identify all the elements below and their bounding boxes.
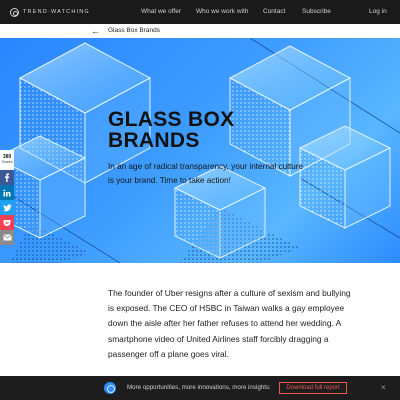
nav-link-who-we-work-with[interactable]: Who we work with <box>196 0 248 24</box>
title-line-2: BRANDS <box>108 129 200 152</box>
close-icon[interactable]: × <box>381 376 386 400</box>
title-line-1: GLASS BOX <box>108 108 235 131</box>
login-link[interactable]: Log in <box>369 0 387 24</box>
twitter-icon <box>2 203 12 211</box>
share-count-label: Shares <box>1 160 13 164</box>
share-count-number: 389 <box>2 154 12 160</box>
pocket-icon <box>3 219 11 226</box>
trendwatching-logo-icon <box>104 382 116 394</box>
share-pocket-button[interactable] <box>0 215 14 230</box>
top-navigation: TREND·WATCHING What we offer Who we work… <box>0 0 400 24</box>
hero-banner: GLASS BOX BRANDS In an age of radical tr… <box>0 38 400 263</box>
breadcrumb-label[interactable]: Glass Box Brands <box>108 24 160 38</box>
nav-link-contact[interactable]: Contact <box>263 0 285 24</box>
linkedin-icon <box>3 189 11 196</box>
breadcrumb: ← Glass Box Brands <box>0 24 400 38</box>
share-twitter-button[interactable] <box>0 200 14 215</box>
download-banner: More opportunities, more innovations, mo… <box>0 376 400 400</box>
logo-text: TREND·WATCHING <box>23 9 90 15</box>
nav-link-what-we-offer[interactable]: What we offer <box>141 0 181 24</box>
facebook-icon <box>5 173 10 182</box>
back-arrow-icon[interactable]: ← <box>91 25 100 37</box>
banner-text: More opportunities, more innovations, mo… <box>127 384 271 391</box>
share-email-button[interactable] <box>0 230 14 245</box>
hero-subtitle: In an age of radical transparency, your … <box>108 162 304 185</box>
share-facebook-button[interactable] <box>0 170 14 185</box>
article-paragraph: The founder of Uber resigns after a cult… <box>108 288 351 359</box>
share-linkedin-button[interactable] <box>0 185 14 200</box>
nav-link-subscribe[interactable]: Subscribe <box>302 0 331 24</box>
email-icon <box>2 234 12 241</box>
logo-icon <box>10 7 19 17</box>
share-rail: 389 Shares <box>0 150 14 245</box>
page-title: GLASS BOX BRANDS <box>108 109 328 151</box>
share-count: 389 Shares <box>0 150 14 170</box>
logo[interactable]: TREND·WATCHING <box>10 7 90 17</box>
page: TREND·WATCHING What we offer Who we work… <box>0 0 400 400</box>
download-report-button[interactable]: Download full report <box>279 382 347 394</box>
